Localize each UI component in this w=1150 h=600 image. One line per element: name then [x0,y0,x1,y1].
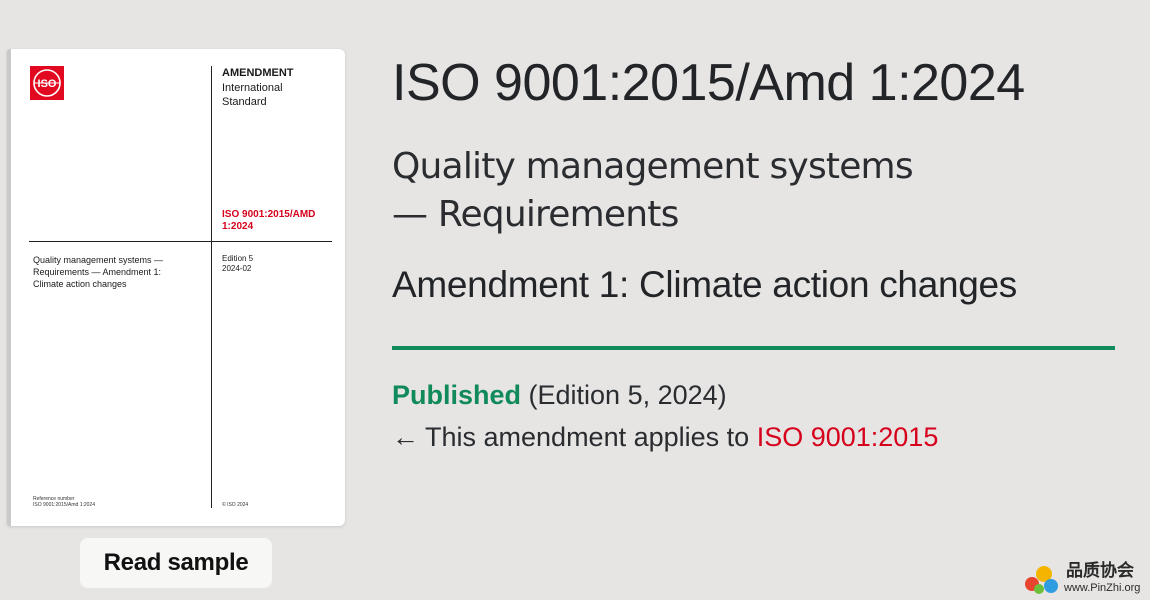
parent-standard-link[interactable]: ISO 9001:2015 [757,422,939,452]
standard-cover-thumbnail[interactable]: ISO AMENDMENT International Standard ISO… [7,49,345,526]
read-sample-button[interactable]: Read sample [80,538,272,588]
pinzhi-logo-icon [1025,566,1058,594]
cover-edition: Edition 5 [222,254,254,263]
status-badge: Published [392,380,522,410]
cover-title: Quality management systems — Requirement… [33,255,164,289]
page: ISO AMENDMENT International Standard ISO… [0,0,1150,600]
cover-date: 2024-02 [222,264,252,273]
applies-to-line: ← This amendment applies to ISO 9001:2015 [392,419,938,455]
iso-logo: ISO [30,66,64,100]
page-title: ISO 9001:2015/Amd 1:2024 [392,54,1025,112]
watermark-url: www.PinZhi.org [1064,582,1141,594]
cover-type-sub: International Standard [222,82,283,108]
cover-horizontal-rule [29,241,332,242]
watermark-text: 品质协会 [1066,561,1134,580]
arrow-left-icon: ← [392,422,419,452]
svg-text:ISO: ISO [38,78,57,90]
cover-reference: ISO 9001:2015/AMD 1:2024 [222,209,316,232]
section-divider [392,346,1115,350]
watermark: 品质协会 www.PinZhi.org [1024,560,1148,598]
standard-title: Quality management systems — Requirement… [392,143,952,239]
status-detail: (Edition 5, 2024) [528,380,727,410]
applies-to-text: This amendment applies to [425,422,750,452]
amendment-title: Amendment 1: Climate action changes [392,264,1018,305]
status-line: Published (Edition 5, 2024) [392,377,727,413]
cover-type-label: AMENDMENT [222,67,294,79]
iso-globe-icon: ISO [33,69,61,97]
standard-title-line-2: — Requirements [392,194,679,235]
cover-vertical-rule [211,66,212,508]
cover-copyright: © ISO 2024 [222,502,249,508]
standard-title-line-1: Quality management systems [392,146,914,187]
cover-reference-number: ISO 9001:2015/Amd 1:2024 [33,502,95,508]
